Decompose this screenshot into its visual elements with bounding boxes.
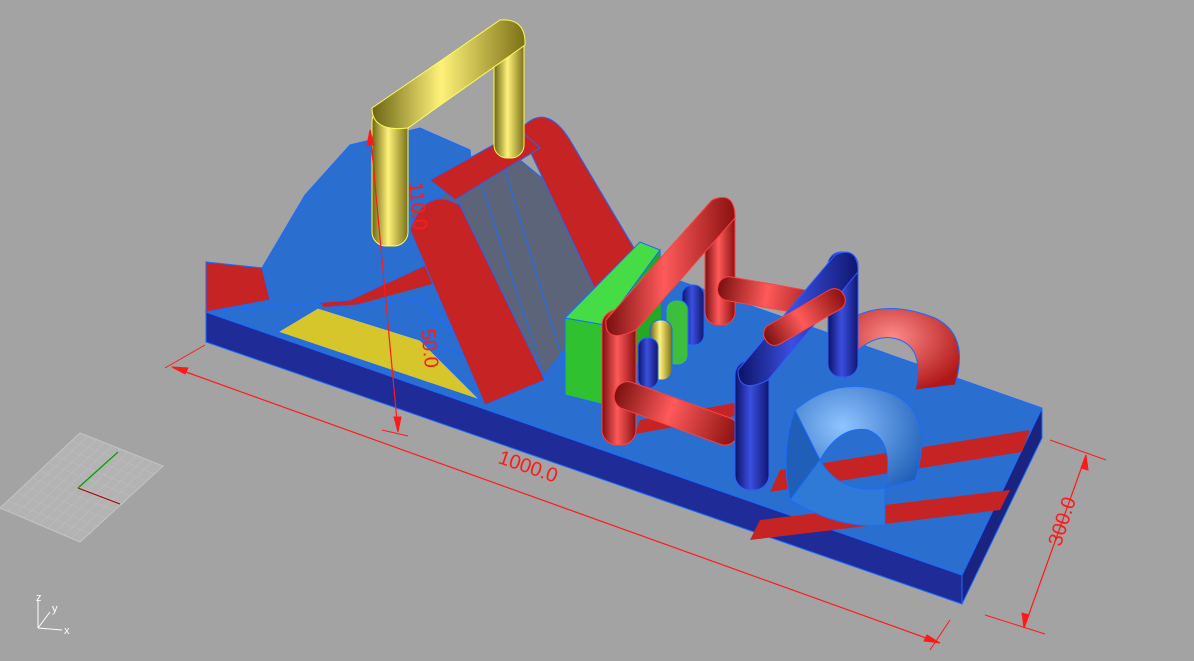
construction-plane-grid-icon bbox=[0, 432, 164, 543]
world-axes-icon: x y z bbox=[36, 592, 70, 637]
rhino-perspective-viewport[interactable]: x y z 1000.0 300.0 110.0 50.0 bbox=[0, 0, 1194, 661]
pillar-blue-small-2 bbox=[637, 337, 659, 389]
axis-x-label: x bbox=[64, 625, 70, 637]
axis-y-label: y bbox=[52, 603, 58, 615]
green-block-front bbox=[564, 317, 606, 406]
axis-z-label: z bbox=[36, 592, 42, 604]
dimension-width-label: 300.0 bbox=[1045, 494, 1081, 548]
viewport-canvas[interactable]: x y z 1000.0 300.0 110.0 50.0 bbox=[0, 0, 1194, 661]
dimension-subheight-label: 50.0 bbox=[416, 328, 442, 369]
obstacle-course-model[interactable] bbox=[204, 19, 1043, 605]
